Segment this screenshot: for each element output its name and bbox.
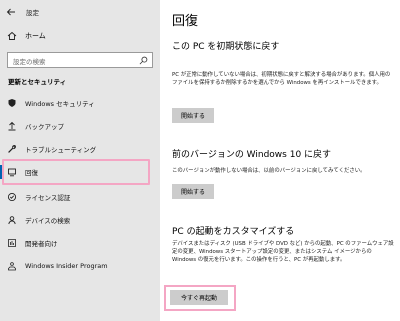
person-pin-icon [8,216,16,225]
back-arrow-icon[interactable] [6,7,16,17]
sidebar-item-find-device[interactable]: デバイスの検索 [0,211,160,229]
title-bar: 設定 [6,6,39,18]
sidebar-item-insider[interactable]: Windows Insider Program [0,257,160,275]
sidebar-item-backup[interactable]: バックアップ [0,117,160,135]
sidebar-item-label: バックアップ [25,123,64,131]
check-circle-icon [7,192,17,202]
sidebar: 設定 ホーム 設定の検索 更新とセキュリティ Windows セキュリティ バッ… [0,0,160,321]
home-link[interactable]: ホーム [7,30,46,42]
sidebar-item-label: Windows Insider Program [25,262,108,270]
sidebar-item-developer[interactable]: 開発者向け [0,234,160,252]
shield-icon [8,99,16,107]
sidebar-item-label: トラブルシューティング [25,146,97,154]
sidebar-item-activation[interactable]: ライセンス認証 [0,188,160,206]
main-content: 回復 この PC を初期状態に戻す PC が正常に動作していない場合は、初期状態… [160,0,400,321]
reset-heading: この PC を初期状態に戻す [172,42,280,52]
startup-description: デバイスまたはディスク (USB ドライブや DVD など) からの起動、PC … [172,241,394,263]
goback-start-button[interactable]: 開始する [172,184,214,199]
home-label: ホーム [25,32,46,40]
wrench-icon [8,145,16,153]
goback-description: このバージョンが動作しない場合は、以前のバージョンに戻してみてください。 [172,168,366,174]
goback-heading: 前のバージョンの Windows 10 に戻す [172,150,332,160]
sidebar-item-label: デバイスの検索 [25,217,71,225]
startup-heading: PC の起動をカスタマイズする [172,227,295,237]
insider-icon [8,262,16,271]
sidebar-item-troubleshoot[interactable]: トラブルシューティング [0,140,160,158]
sidebar-item-label: ライセンス認証 [25,194,71,202]
sidebar-item-windows-security[interactable]: Windows セキュリティ [0,94,160,112]
upload-icon [8,121,16,131]
search-icon[interactable] [139,56,148,65]
reset-description: PC が正常に動作していない場合は、初期状態に戻すと解決する場合があります。個人… [172,72,391,86]
search-input[interactable]: 設定の検索 [7,52,153,68]
search-placeholder: 設定の検索 [13,58,46,66]
home-icon [7,31,17,40]
page-title: 回復 [172,14,199,29]
sidebar-item-label: 開発者向け [25,240,58,248]
reset-start-button[interactable]: 開始する [172,108,214,123]
developer-icon [8,239,16,247]
recovery-highlight-box [2,159,150,185]
restart-now-button[interactable]: 今すぐ再起動 [170,290,228,305]
section-title: 更新とセキュリティ [8,78,67,86]
sidebar-item-label: Windows セキュリティ [25,100,95,108]
app-title: 設定 [26,9,39,17]
